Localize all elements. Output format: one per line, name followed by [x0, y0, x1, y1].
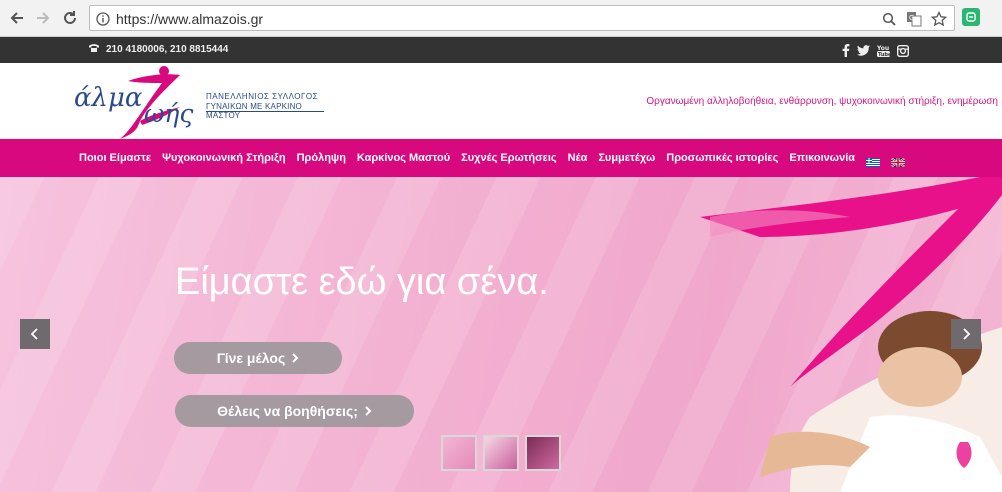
greek-flag-icon[interactable]	[866, 154, 881, 167]
logo-subtitle-line1: ΠΑΝΕΛΛΗΝΙΟΣ ΣΥΛΛΟΓΟΣ	[206, 92, 319, 101]
site-header: άλμα ωής ΠΑΝΕΛΛΗΝΙΟΣ ΣΥΛΛΟΓΟΣ ΓΥΝΑΙΚΩΝ Μ…	[0, 63, 1002, 139]
slider-thumbnail-2[interactable]	[483, 435, 519, 471]
menu-item-who-we-are[interactable]: Ποιοι Είμαστε	[79, 152, 151, 164]
hero-slider: Είμαστε εδώ για σένα. Γίνε μέλος Θέλεις …	[0, 177, 1002, 492]
want-to-help-label: Θέλεις να βοηθήσεις;	[217, 403, 358, 419]
menu-item-faq[interactable]: Συχνές Ερωτήσεις	[461, 152, 556, 164]
menu-item-psychosocial-support[interactable]: Ψυχοκοινωνική Στήριξη	[162, 152, 286, 164]
back-icon[interactable]	[6, 7, 28, 29]
slider-thumbnail-1[interactable]	[441, 435, 477, 471]
chevron-left-icon	[30, 328, 38, 340]
top-info-bar: 210 4180006, 210 8815444 You Tube	[0, 37, 1002, 63]
youtube-icon[interactable]: You Tube	[877, 44, 890, 57]
svg-text:Tube: Tube	[878, 52, 890, 57]
twitter-icon[interactable]	[857, 44, 870, 57]
logo-text-zois: ωής	[144, 99, 194, 128]
join-member-label: Γίνε μέλος	[216, 350, 286, 366]
menu-item-breast-cancer[interactable]: Καρκίνος Μαστού	[357, 152, 450, 164]
instagram-icon[interactable]	[896, 44, 909, 57]
menu-item-prevention[interactable]: Πρόληψη	[297, 152, 346, 164]
facebook-icon[interactable]	[839, 44, 852, 57]
logo-text-alma: άλμα	[74, 83, 143, 113]
zoom-icon[interactable]	[880, 10, 898, 28]
logo-underline	[206, 111, 324, 112]
forward-icon[interactable]	[32, 7, 54, 29]
slider-next-button[interactable]	[951, 319, 981, 349]
hero-image	[700, 177, 1002, 492]
phone-icon	[88, 43, 100, 56]
svg-text:G: G	[909, 14, 914, 22]
slider-thumbnail-3[interactable]	[525, 435, 561, 471]
header-tagline: Οργανωμένη αλληλοβοήθεια, ενθάρρυνση, ψυ…	[646, 96, 998, 107]
uk-flag-icon[interactable]	[890, 154, 906, 168]
chevron-right-icon	[291, 350, 299, 366]
chevron-right-icon	[963, 328, 971, 340]
chevron-right-icon	[364, 403, 372, 419]
browser-toolbar: https://www.almazois.gr G	[0, 0, 1002, 37]
menu-item-participate[interactable]: Συμμετέχω	[598, 152, 655, 164]
url-text[interactable]: https://www.almazois.gr	[116, 11, 263, 27]
main-menu: Ποιοι Είμαστε Ψυχοκοινωνική Στήριξη Πρόλ…	[0, 139, 1002, 177]
menu-item-contact[interactable]: Επικοινωνία	[789, 152, 855, 164]
info-icon[interactable]	[94, 10, 112, 28]
extension-icon[interactable]	[962, 8, 980, 26]
site-logo[interactable]: άλμα ωής ΠΑΝΕΛΛΗΝΙΟΣ ΣΥΛΛΟΓΟΣ ΓΥΝΑΙΚΩΝ Μ…	[70, 65, 330, 139]
want-to-help-button[interactable]: Θέλεις να βοηθήσεις;	[175, 395, 414, 427]
hero-title: Είμαστε εδώ για σένα.	[175, 261, 549, 303]
reload-icon[interactable]	[59, 7, 81, 29]
join-member-button[interactable]: Γίνε μέλος	[174, 342, 342, 374]
phone-contact: 210 4180006, 210 8815444	[88, 43, 228, 56]
menu-item-personal-stories[interactable]: Προσωπικές ιστορίες	[666, 152, 778, 164]
slider-prev-button[interactable]	[20, 319, 50, 349]
phone-numbers: 210 4180006, 210 8815444	[106, 44, 229, 55]
menu-item-news[interactable]: Νέα	[568, 152, 588, 164]
bookmark-star-icon[interactable]	[930, 10, 948, 28]
translate-icon[interactable]: G	[905, 10, 923, 28]
svg-text:You: You	[877, 45, 889, 52]
address-bar[interactable]: https://www.almazois.gr G	[89, 5, 955, 31]
